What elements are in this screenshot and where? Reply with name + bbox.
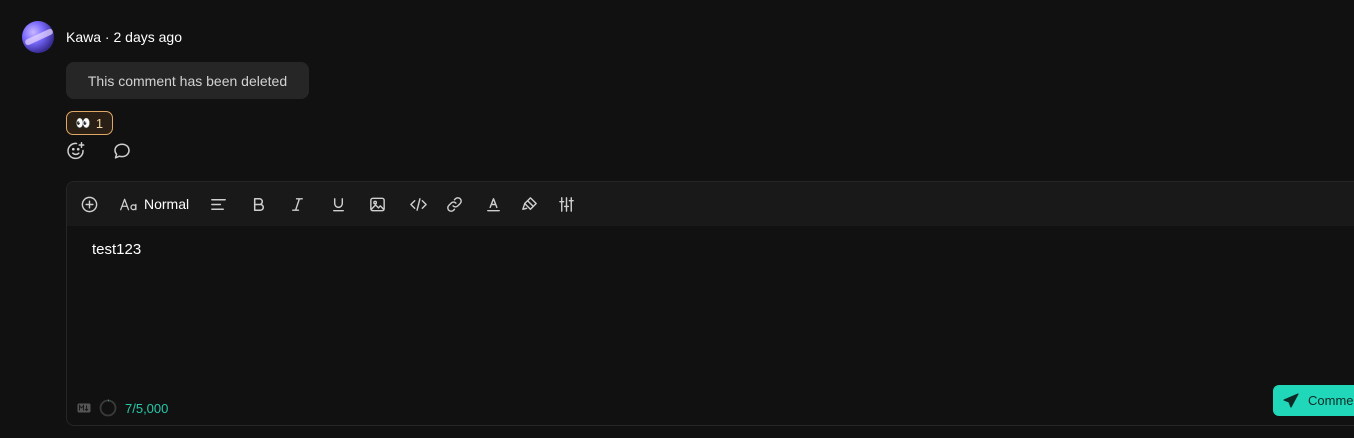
italic-icon[interactable] [288, 193, 307, 215]
text-color-icon[interactable] [484, 193, 503, 215]
progress-ring-icon [99, 399, 117, 417]
send-icon [1283, 392, 1299, 408]
comment-editor: Normal test123 7/5,000 [66, 181, 1354, 426]
speech-bubble-icon[interactable] [112, 141, 132, 161]
char-counter: 7/5,000 [77, 399, 168, 417]
reaction-count: 1 [95, 115, 104, 131]
comment-author-line: Kawa · 2 days ago [66, 29, 182, 45]
reaction-emoji: 👀 [75, 116, 91, 130]
author-name[interactable]: Kawa [66, 29, 101, 45]
align-left-icon[interactable] [209, 193, 228, 215]
link-icon[interactable] [445, 193, 464, 215]
settings-sliders-icon[interactable] [557, 193, 576, 215]
avatar[interactable] [22, 21, 54, 53]
image-icon[interactable] [368, 193, 387, 215]
char-count: 7/5,000 [125, 400, 169, 416]
code-icon[interactable] [409, 193, 428, 215]
submit-comment-button[interactable]: Comment [1273, 385, 1354, 416]
editor-toolbar: Normal [67, 182, 1354, 226]
bold-icon[interactable] [249, 193, 268, 215]
smile-plus-icon[interactable] [66, 141, 86, 161]
separator: · [101, 29, 114, 45]
deleted-comment-notice: This comment has been deleted [66, 62, 309, 99]
text-format-dropdown[interactable]: Normal [119, 193, 189, 215]
comment-time: 2 days ago [113, 29, 182, 45]
editor-content[interactable]: test123 [92, 241, 141, 258]
reaction-chip[interactable]: 👀 1 [66, 111, 113, 135]
insert-plus-icon[interactable] [80, 193, 99, 215]
font-size-icon [120, 198, 137, 210]
markdown-icon[interactable] [77, 403, 91, 413]
submit-label: Comment [1308, 393, 1354, 408]
deleted-comment-text: This comment has been deleted [87, 72, 288, 89]
highlight-icon[interactable] [520, 193, 539, 215]
format-label: Normal [144, 196, 190, 212]
underline-icon[interactable] [329, 193, 348, 215]
